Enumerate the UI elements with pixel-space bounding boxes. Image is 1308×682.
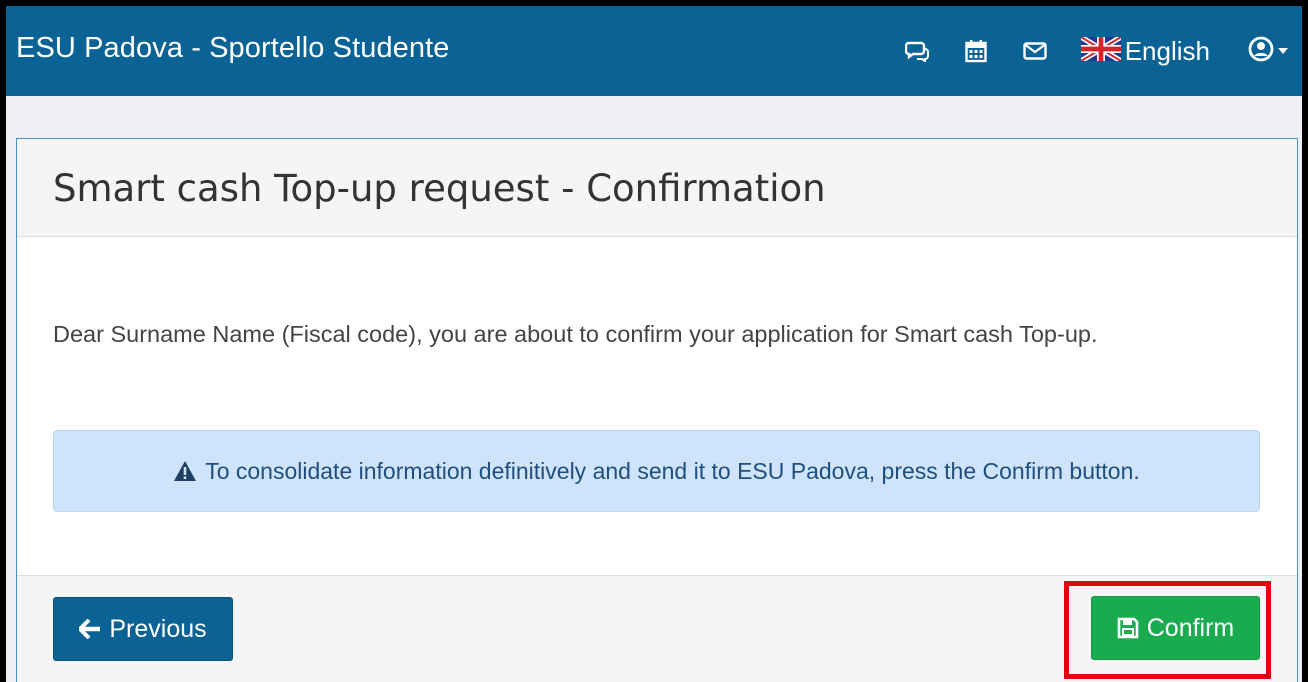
language-selector[interactable]: English xyxy=(1079,31,1210,71)
warning-triangle-icon xyxy=(173,460,197,482)
alert-text: To consolidate information definitively … xyxy=(205,457,1140,484)
page-title: Smart cash Top-up request - Confirmation xyxy=(53,167,826,210)
previous-button-label: Previous xyxy=(109,614,207,643)
info-alert: To consolidate information definitively … xyxy=(53,430,1260,512)
confirm-highlight-box xyxy=(1064,581,1271,679)
intro-text: Dear Surname Name (Fiscal code), you are… xyxy=(53,321,1098,347)
user-menu[interactable] xyxy=(1248,31,1288,71)
app-window: ESU Padova - Sportello Studente English … xyxy=(6,6,1302,682)
chat-icon[interactable] xyxy=(904,31,929,71)
arrow-left-icon xyxy=(79,619,109,639)
brand-title[interactable]: ESU Padova - Sportello Studente xyxy=(16,32,450,65)
uk-flag-icon xyxy=(1079,34,1123,66)
panel-heading: Smart cash Top-up request - Confirmation xyxy=(17,139,1297,237)
user-circle-icon xyxy=(1248,36,1274,67)
previous-button[interactable]: Previous xyxy=(53,597,233,661)
language-label: English xyxy=(1124,35,1210,66)
navbar-right: English xyxy=(904,6,1302,96)
envelope-icon[interactable] xyxy=(1023,31,1047,71)
top-navbar: ESU Padova - Sportello Studente English xyxy=(6,6,1302,96)
caret-down-icon xyxy=(1278,42,1288,60)
calendar-icon[interactable] xyxy=(965,31,987,71)
